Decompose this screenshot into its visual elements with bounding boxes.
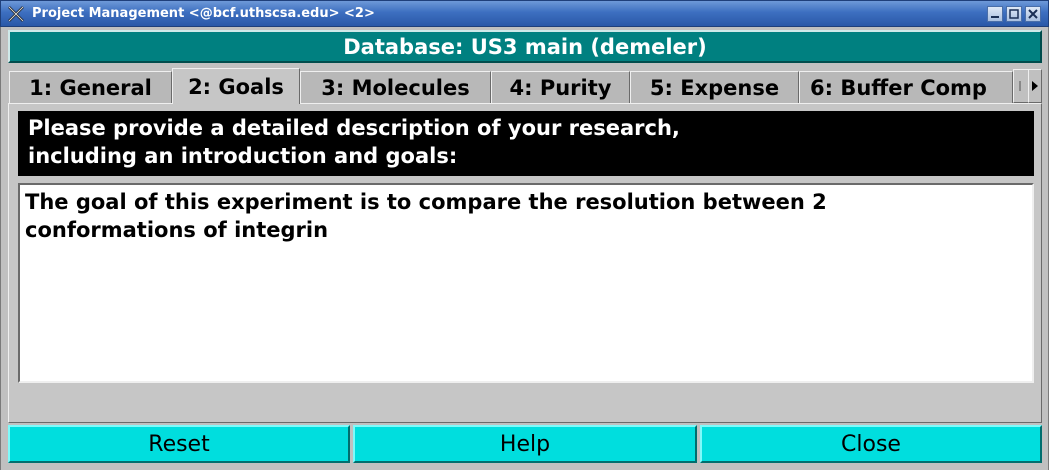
tab-general[interactable]: 1: General: [9, 71, 172, 103]
title-bar[interactable]: Project Management <@bcf.uthscsa.edu> <2…: [0, 0, 1049, 27]
minimize-icon: [991, 16, 999, 18]
window-body: Database: US3 main (demeler) 1: General …: [0, 27, 1049, 470]
goals-prompt: Please provide a detailed description of…: [18, 111, 1034, 176]
maximize-button[interactable]: [1006, 6, 1022, 22]
tab-purity[interactable]: 4: Purity: [491, 71, 630, 103]
goals-text-line: The goal of this experiment is to compar…: [25, 190, 827, 214]
tab-goals[interactable]: 2: Goals: [172, 68, 300, 104]
goals-prompt-line: including an introduction and goals:: [28, 144, 458, 168]
database-banner: Database: US3 main (demeler): [8, 30, 1042, 63]
tab-scroll-right-button[interactable]: [1028, 69, 1042, 103]
tab-molecules[interactable]: 3: Molecules: [300, 71, 491, 103]
goals-text-area[interactable]: The goal of this experiment is to compar…: [18, 183, 1034, 383]
maximize-icon: [1009, 9, 1019, 19]
scroll-left-icon: [1019, 81, 1021, 91]
help-button[interactable]: Help: [353, 425, 697, 463]
reset-button[interactable]: Reset: [8, 425, 350, 463]
tab-scroll-left-button[interactable]: [1013, 69, 1029, 103]
tab-bar: 1: General 2: Goals 3: Molecules 4: Puri…: [8, 68, 1042, 104]
goals-panel: Please provide a detailed description of…: [8, 103, 1042, 423]
close-window-button[interactable]: [1025, 6, 1041, 22]
tab-buffer-comp[interactable]: 6: Buffer Comp: [799, 71, 1013, 103]
tab-expense[interactable]: 5: Expense: [630, 71, 799, 103]
app-icon[interactable]: [7, 5, 25, 23]
goals-text-line: conformations of integrin: [25, 218, 329, 242]
goals-prompt-line: Please provide a detailed description of…: [28, 116, 680, 140]
close-button[interactable]: Close: [700, 425, 1042, 463]
minimize-button[interactable]: [987, 6, 1003, 22]
window-title: Project Management <@bcf.uthscsa.edu> <2…: [32, 6, 375, 21]
chevron-right-icon: [1032, 81, 1038, 91]
close-icon: [1028, 9, 1038, 19]
